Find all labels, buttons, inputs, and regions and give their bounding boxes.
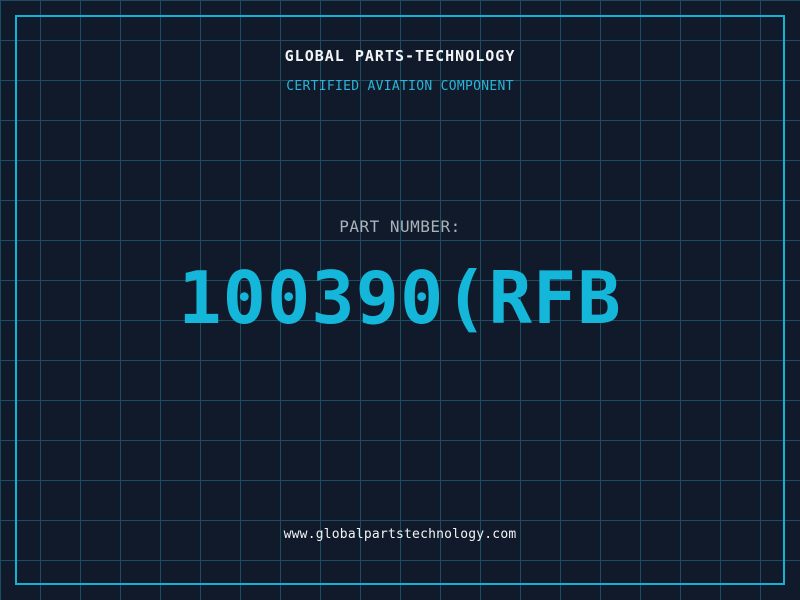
- part-number-label: PART NUMBER:: [339, 217, 461, 236]
- company-name: GLOBAL PARTS-TECHNOLOGY: [284, 47, 516, 65]
- blueprint-part-card: GLOBAL PARTS-TECHNOLOGY CERTIFIED AVIATI…: [0, 0, 800, 600]
- certification-subtitle: CERTIFIED AVIATION COMPONENT: [286, 79, 514, 94]
- website-url: www.globalpartstechnology.com: [283, 527, 517, 542]
- part-number-value: 100390(RFB: [178, 256, 622, 340]
